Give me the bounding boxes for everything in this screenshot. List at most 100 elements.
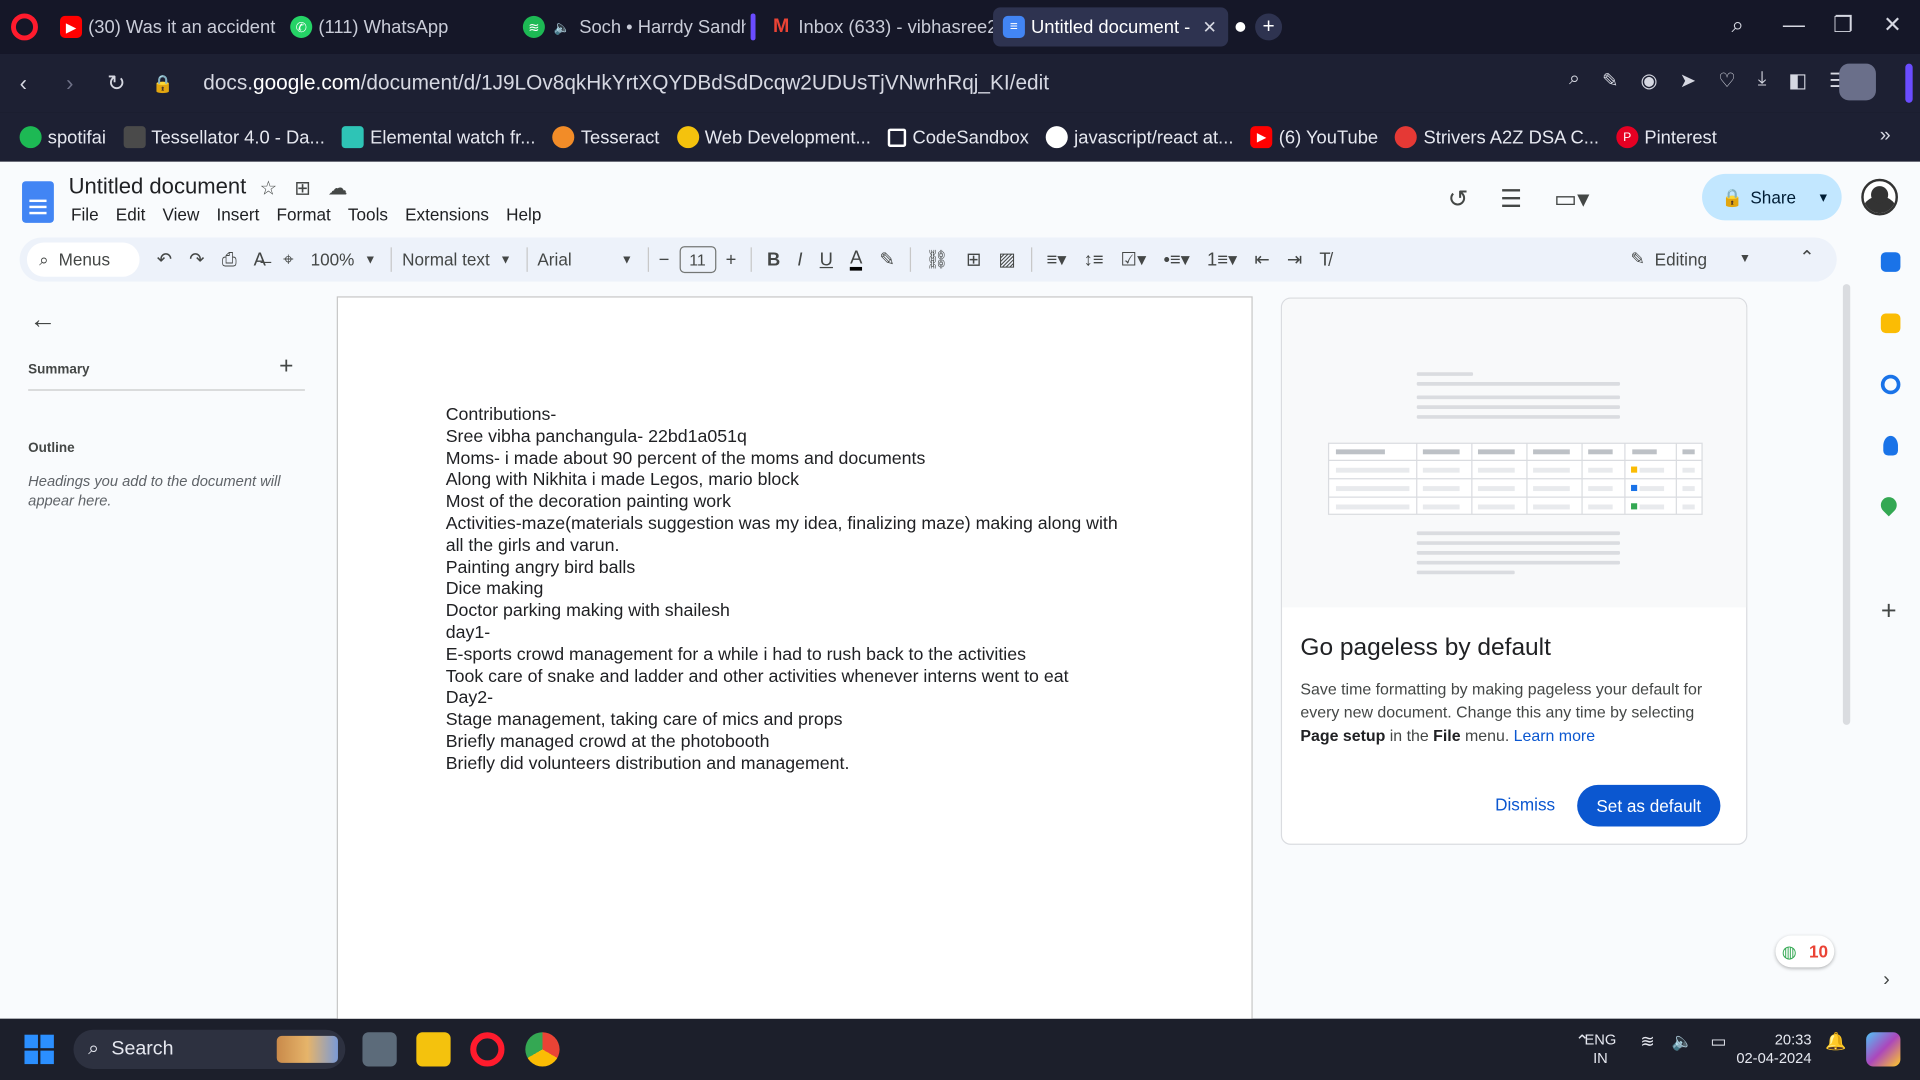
add-comment-icon[interactable]: ⊞ bbox=[966, 249, 981, 271]
forward-icon[interactable]: › bbox=[47, 70, 94, 96]
tab-youtube[interactable]: ▶ (30) Was it an accident c bbox=[50, 7, 280, 46]
highlight-icon[interactable]: ✎ bbox=[879, 249, 894, 271]
calendar-icon[interactable] bbox=[1880, 252, 1901, 272]
language-indicator[interactable]: ENG IN bbox=[1585, 1031, 1617, 1068]
cube-icon[interactable]: ◧ bbox=[1788, 69, 1807, 93]
new-tab-button[interactable]: + bbox=[1255, 13, 1283, 41]
undo-icon[interactable]: ↶ bbox=[157, 249, 172, 271]
battery-icon[interactable]: ▭ bbox=[1710, 1031, 1726, 1052]
italic-icon[interactable]: I bbox=[797, 249, 802, 270]
line-spacing-icon[interactable]: ↕≡ bbox=[1084, 249, 1104, 270]
search-menus-input[interactable]: ⌕ Menus bbox=[26, 242, 140, 277]
bookmark-webdev[interactable]: Web Development... bbox=[676, 126, 871, 149]
add-summary-icon[interactable]: + bbox=[279, 353, 293, 381]
menu-tools[interactable]: Tools bbox=[348, 204, 388, 224]
menu-format[interactable]: Format bbox=[276, 204, 330, 224]
minimize-icon[interactable]: — bbox=[1783, 12, 1805, 38]
keep-icon[interactable] bbox=[1880, 313, 1901, 334]
cloud-status-icon[interactable]: ☁ bbox=[328, 176, 348, 200]
maps-icon[interactable] bbox=[1877, 493, 1901, 517]
bookmark-tesseract[interactable]: Tesseract bbox=[552, 126, 659, 149]
avatar[interactable] bbox=[1861, 178, 1898, 216]
document-page[interactable]: Contributions- Sree vibha panchangula- 2… bbox=[336, 296, 1253, 1032]
style-select[interactable]: Normal text ▼ bbox=[402, 250, 512, 270]
close-window-icon[interactable]: ✕ bbox=[1883, 12, 1901, 38]
back-arrow-icon[interactable]: ← bbox=[29, 304, 56, 336]
dismiss-button[interactable]: Dismiss bbox=[1495, 795, 1555, 815]
bookmark-codesandbox[interactable]: CodeSandbox bbox=[887, 127, 1029, 148]
share-dropdown-icon[interactable]: ▾ bbox=[1820, 189, 1827, 206]
meet-icon[interactable]: ▭▾ bbox=[1554, 184, 1589, 215]
grammar-badge[interactable]: ◍ 10 bbox=[1775, 935, 1835, 968]
lens-icon[interactable]: ⌕ bbox=[1569, 69, 1580, 93]
taskbar-search[interactable]: ⌕ Search bbox=[73, 1029, 346, 1069]
opera-icon[interactable] bbox=[470, 1032, 505, 1067]
search-tabs-icon[interactable]: ⌕ bbox=[1731, 12, 1743, 38]
volume-icon[interactable]: 🔈 bbox=[1672, 1031, 1693, 1052]
file-explorer-icon[interactable] bbox=[416, 1032, 451, 1067]
decrease-indent-icon[interactable]: ⇤ bbox=[1254, 249, 1269, 271]
copilot-icon[interactable] bbox=[1866, 1032, 1901, 1067]
edit-icon[interactable]: ✎ bbox=[1602, 69, 1618, 93]
increase-font-icon[interactable]: + bbox=[726, 249, 737, 270]
opera-logo-icon[interactable] bbox=[11, 13, 38, 41]
insert-image-icon[interactable]: ▨ bbox=[999, 249, 1016, 271]
tab-spotify[interactable]: ≋ 🔈 Soch • Harrdy Sandh bbox=[513, 7, 746, 46]
get-addons-icon[interactable]: + bbox=[1881, 595, 1897, 627]
menu-view[interactable]: View bbox=[162, 204, 199, 224]
history-icon[interactable]: ↺ bbox=[1448, 184, 1469, 215]
spellcheck-icon[interactable]: A̶ bbox=[254, 249, 266, 270]
restore-icon[interactable]: ❐ bbox=[1833, 12, 1853, 38]
print-icon[interactable]: ⎙ bbox=[222, 249, 237, 270]
set-as-default-button[interactable]: Set as default bbox=[1577, 784, 1721, 827]
menu-insert[interactable]: Insert bbox=[216, 204, 259, 224]
clear-formatting-icon[interactable]: T̸ bbox=[1319, 249, 1330, 270]
lock-icon[interactable]: 🔒 bbox=[140, 73, 187, 94]
menu-edit[interactable]: Edit bbox=[116, 204, 146, 224]
font-select[interactable]: Arial ▼ bbox=[537, 250, 633, 270]
bookmark-spotifai[interactable]: spotifai bbox=[19, 126, 106, 149]
url-field[interactable]: docs.google.com/document/d/1J9LOv8qkHkYr… bbox=[203, 71, 1049, 95]
bookmark-tessellator[interactable]: Tessellator 4.0 - Da... bbox=[123, 126, 325, 149]
calculator-icon[interactable] bbox=[362, 1032, 397, 1067]
bold-icon[interactable]: B bbox=[767, 249, 780, 270]
bullet-list-icon[interactable]: •≡▾ bbox=[1164, 249, 1190, 271]
decrease-font-icon[interactable]: − bbox=[659, 249, 670, 270]
expand-panel-icon[interactable]: › bbox=[1883, 970, 1890, 992]
redo-icon[interactable]: ↷ bbox=[189, 249, 204, 271]
heart-icon[interactable]: ♡ bbox=[1718, 69, 1736, 93]
download-icon[interactable]: ⤓ bbox=[1758, 69, 1767, 93]
menu-file[interactable]: File bbox=[71, 204, 99, 224]
document-title[interactable]: Untitled document bbox=[69, 174, 247, 200]
paint-format-icon[interactable]: ⌖ bbox=[283, 249, 293, 270]
move-folder-icon[interactable]: ⊞ bbox=[294, 176, 310, 200]
send-icon[interactable]: ➤ bbox=[1680, 69, 1696, 93]
menu-extensions[interactable]: Extensions bbox=[405, 204, 489, 224]
chrome-icon[interactable] bbox=[525, 1032, 560, 1067]
comments-icon[interactable]: ☰ bbox=[1500, 184, 1522, 215]
reload-icon[interactable]: ↻ bbox=[93, 70, 140, 96]
align-icon[interactable]: ≡▾ bbox=[1047, 249, 1067, 271]
tasks-icon[interactable] bbox=[1880, 374, 1901, 395]
tab-gmail[interactable]: M Inbox (633) - vibhasree2 bbox=[760, 7, 993, 46]
scrollbar[interactable] bbox=[1842, 284, 1851, 725]
docs-logo-icon[interactable] bbox=[22, 181, 54, 223]
link-icon[interactable]: ⛓ bbox=[926, 249, 949, 271]
profile-icon[interactable] bbox=[1839, 63, 1876, 101]
contacts-icon[interactable] bbox=[1883, 435, 1898, 456]
font-size-input[interactable]: 11 bbox=[679, 246, 716, 274]
collapse-toolbar-icon[interactable]: ⌃ bbox=[1799, 246, 1814, 268]
bookmark-youtube[interactable]: ▶ (6) YouTube bbox=[1250, 126, 1378, 149]
more-bookmarks-icon[interactable]: » bbox=[1880, 125, 1891, 147]
bookmark-github[interactable]: javascript/react at... bbox=[1046, 126, 1233, 149]
back-icon[interactable]: ‹ bbox=[0, 70, 47, 96]
star-icon[interactable]: ☆ bbox=[260, 176, 278, 200]
close-tab-icon[interactable]: ✕ bbox=[1203, 17, 1217, 38]
text-color-icon[interactable]: A bbox=[850, 248, 863, 271]
bookmark-strivers[interactable]: Strivers A2Z DSA C... bbox=[1395, 126, 1599, 149]
tab-whatsapp[interactable]: ✆ (111) WhatsApp bbox=[280, 7, 513, 46]
zoom-select[interactable]: 100% ▼ bbox=[311, 250, 377, 270]
notification-bell-icon[interactable]: 🔔 bbox=[1825, 1031, 1846, 1052]
underline-icon[interactable]: U bbox=[820, 249, 833, 270]
checklist-icon[interactable]: ☑▾ bbox=[1121, 249, 1147, 271]
